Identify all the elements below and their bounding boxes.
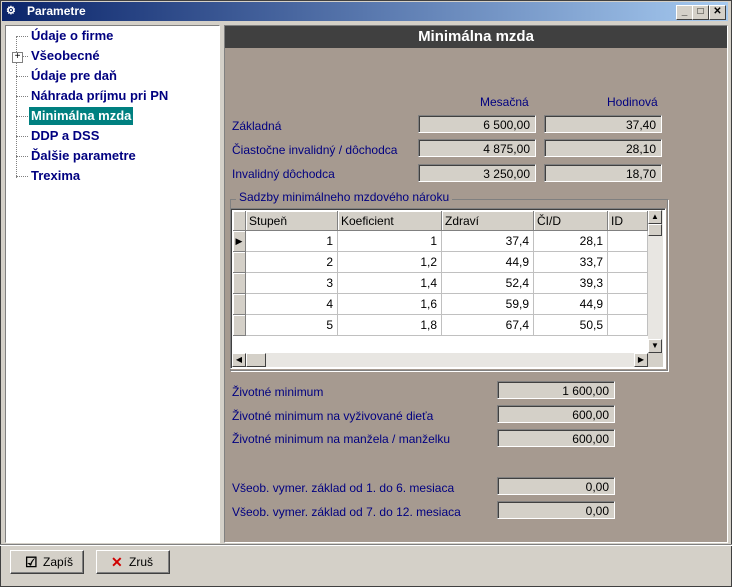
tree-item-minimalna-mzda[interactable]: Minimálna mzda — [29, 107, 134, 125]
navigation-tree: + Údaje o firme Všeobecné Údaje pre daň … — [5, 25, 220, 543]
tree-item-trexima[interactable]: Trexima — [29, 167, 82, 185]
column-header-monthly: Mesačná — [480, 95, 529, 109]
zaklad-7-12-field[interactable]: 0,00 — [497, 501, 615, 519]
rate-label-invalidny: Invalidný dôchodca — [232, 167, 335, 181]
table-cell[interactable]: 3 — [246, 273, 338, 294]
invalidny-hourly-field[interactable]: 18,70 — [544, 164, 662, 182]
expand-icon[interactable]: + — [12, 52, 23, 63]
ciastocne-hourly-field[interactable]: 28,10 — [544, 139, 662, 157]
scroll-left-icon[interactable]: ◀ — [232, 353, 246, 367]
scroll-down-icon[interactable]: ▼ — [648, 339, 662, 353]
table-cell[interactable]: 28,1 — [534, 231, 608, 252]
window-title: Parametre — [27, 4, 86, 18]
save-button-label: Zapíš — [43, 555, 74, 569]
title-bar[interactable]: ⚙ Parametre _ □ ✕ — [2, 2, 728, 21]
grid-header-cid[interactable]: ČI/D — [534, 211, 608, 231]
table-cell[interactable] — [608, 273, 648, 294]
zivotne-minimum-manzel-field[interactable]: 600,00 — [497, 429, 615, 447]
grid-corner — [233, 211, 246, 231]
zakladna-hourly-field[interactable]: 37,40 — [544, 115, 662, 133]
table-cell[interactable]: 1 — [338, 231, 442, 252]
label-zivotne-minimum-dieta: Životné minimum na vyživované dieťa — [232, 409, 434, 423]
group-title: Sadzby minimálneho mzdového nároku — [236, 190, 453, 204]
table-cell[interactable]: 1,4 — [338, 273, 442, 294]
table-cell[interactable]: 33,7 — [534, 252, 608, 273]
label-zivotne-minimum-manzel: Životné minimum na manžela / manželku — [232, 432, 451, 446]
table-cell[interactable]: 59,9 — [442, 294, 534, 315]
table-cell[interactable]: 1,2 — [338, 252, 442, 273]
table-cell[interactable]: 44,9 — [534, 294, 608, 315]
horizontal-scroll-thumb[interactable] — [246, 353, 266, 367]
minimize-button[interactable]: _ — [676, 5, 693, 20]
table-cell[interactable] — [608, 252, 648, 273]
column-header-hourly: Hodinová — [607, 95, 658, 109]
row-indicator[interactable] — [233, 315, 246, 336]
row-indicator[interactable] — [233, 294, 246, 315]
table-cell[interactable]: 67,4 — [442, 315, 534, 336]
table-cell[interactable]: 2 — [246, 252, 338, 273]
table-cell[interactable]: 50,5 — [534, 315, 608, 336]
table-cell[interactable]: 39,3 — [534, 273, 608, 294]
scroll-right-icon[interactable]: ▶ — [634, 353, 648, 367]
rates-grid: Stupeň Koeficient Zdraví ČI/D ID ▶ 1 1 3… — [230, 208, 666, 369]
grid-header-stupen[interactable]: Stupeň — [246, 211, 338, 231]
table-cell[interactable]: 37,4 — [442, 231, 534, 252]
scroll-corner — [648, 353, 663, 367]
grid-header-koeficient[interactable]: Koeficient — [338, 211, 442, 231]
table-cell[interactable]: 1 — [246, 231, 338, 252]
row-indicator[interactable] — [233, 273, 246, 294]
grid-horizontal-scrollbar[interactable]: ◀ ▶ — [232, 353, 648, 367]
vertical-scroll-thumb[interactable] — [648, 224, 662, 236]
rate-label-ciastocne: Čiastočne invalidný / dôchodca — [232, 143, 398, 157]
tree-item-udaje-pre-dan[interactable]: Údaje pre daň — [29, 67, 119, 85]
cancel-button-label: Zruš — [129, 555, 153, 569]
row-indicator[interactable]: ▶ — [233, 231, 246, 252]
maximize-button[interactable]: □ — [692, 5, 709, 20]
table-cell[interactable]: 52,4 — [442, 273, 534, 294]
grid-vertical-scrollbar[interactable]: ▲ ▼ — [648, 210, 663, 353]
table-cell[interactable] — [608, 315, 648, 336]
rate-label-zakladna: Základná — [232, 119, 282, 133]
tree-item-vseobecne[interactable]: Všeobecné — [29, 47, 102, 65]
save-button[interactable]: ☑ Zapíš — [10, 550, 84, 574]
table-cell[interactable] — [608, 231, 648, 252]
tree-item-ddp-a-dss[interactable]: DDP a DSS — [29, 127, 101, 145]
tree-item-udaje-o-firme[interactable]: Údaje o firme — [29, 27, 115, 45]
zivotne-minimum-field[interactable]: 1 600,00 — [497, 381, 615, 399]
zakladna-monthly-field[interactable]: 6 500,00 — [418, 115, 536, 133]
label-zaklad-7-12: Všeob. vymer. základ od 7. do 12. mesiac… — [232, 505, 461, 519]
scroll-up-icon[interactable]: ▲ — [648, 210, 662, 224]
cancel-button[interactable]: ✕ Zruš — [96, 550, 170, 574]
checkmark-icon: ☑ — [25, 554, 38, 570]
label-zivotne-minimum: Životné minimum — [232, 385, 324, 399]
close-button[interactable]: ✕ — [709, 5, 726, 20]
label-zaklad-1-6: Všeob. vymer. základ od 1. do 6. mesiaca — [232, 481, 455, 495]
table-cell[interactable]: 1,6 — [338, 294, 442, 315]
bottom-separator — [0, 544, 732, 546]
table-cell[interactable]: 5 — [246, 315, 338, 336]
grid-header-id[interactable]: ID — [608, 211, 648, 231]
table-cell[interactable]: 4 — [246, 294, 338, 315]
cross-icon: ✕ — [111, 554, 123, 570]
table-cell[interactable]: 44,9 — [442, 252, 534, 273]
window-app-icon: ⚙ — [6, 5, 16, 17]
panel-title: Minimálna mzda — [225, 26, 727, 48]
invalidny-monthly-field[interactable]: 3 250,00 — [418, 164, 536, 182]
grid-header-zdravi[interactable]: Zdraví — [442, 211, 534, 231]
zivotne-minimum-dieta-field[interactable]: 600,00 — [497, 405, 615, 423]
tree-item-nahrada-prijmu[interactable]: Náhrada príjmu pri PN — [29, 87, 170, 105]
zaklad-1-6-field[interactable]: 0,00 — [497, 477, 615, 495]
table-cell[interactable] — [608, 294, 648, 315]
row-indicator[interactable] — [233, 252, 246, 273]
table-cell[interactable]: 1,8 — [338, 315, 442, 336]
tree-item-dalsie-parametre[interactable]: Ďalšie parametre — [29, 147, 138, 165]
ciastocne-monthly-field[interactable]: 4 875,00 — [418, 139, 536, 157]
